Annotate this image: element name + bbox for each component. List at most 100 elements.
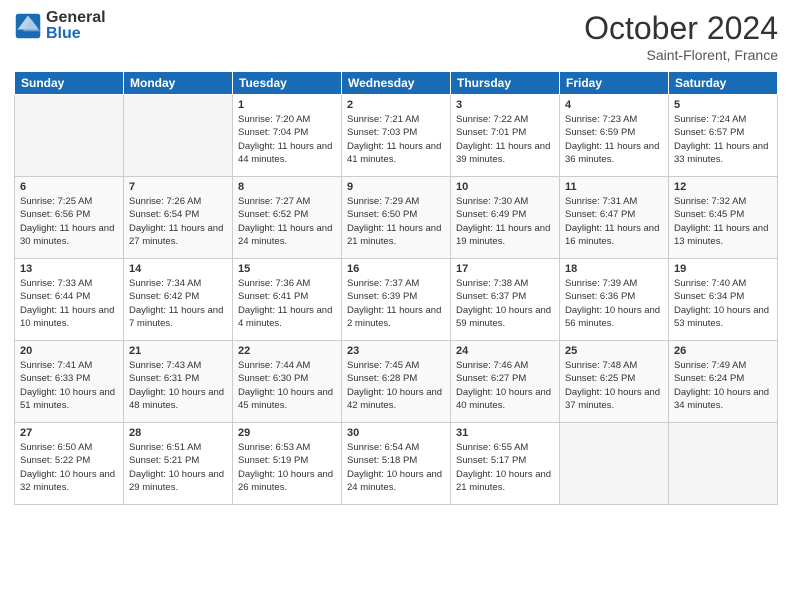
day-info: Sunrise: 7:46 AMSunset: 6:27 PMDaylight:… <box>456 359 554 412</box>
header-sunday: Sunday <box>15 72 124 95</box>
day-info: Sunrise: 7:41 AMSunset: 6:33 PMDaylight:… <box>20 359 118 412</box>
day-number: 1 <box>238 99 336 111</box>
day-info: Sunrise: 7:45 AMSunset: 6:28 PMDaylight:… <box>347 359 445 412</box>
cell-w4-d6 <box>669 423 778 505</box>
day-number: 17 <box>456 263 554 275</box>
header-wednesday: Wednesday <box>342 72 451 95</box>
month-title: October 2024 <box>584 10 778 47</box>
day-number: 15 <box>238 263 336 275</box>
day-number: 4 <box>565 99 663 111</box>
cell-w3-d2: 22Sunrise: 7:44 AMSunset: 6:30 PMDayligh… <box>233 341 342 423</box>
logo-general: General <box>46 10 106 26</box>
cell-w2-d4: 17 Sunrise: 7:38 AMSunset: 6:37 PMDayligh… <box>451 259 560 341</box>
page: General Blue October 2024 Saint-Florent,… <box>0 0 792 612</box>
day-number: 5 <box>674 99 772 111</box>
day-info: Sunrise: 7:26 AMSunset: 6:54 PMDaylight:… <box>129 195 227 248</box>
logo-icon <box>14 12 42 40</box>
cell-w3-d1: 21 Sunrise: 7:43 AMSunset: 6:31 PMDayligh… <box>124 341 233 423</box>
cell-w3-d4: 24Sunrise: 7:46 AMSunset: 6:27 PMDayligh… <box>451 341 560 423</box>
day-info: Sunrise: 7:38 AMSunset: 6:37 PMDaylight:… <box>456 277 554 330</box>
day-number: 10 <box>456 181 554 193</box>
day-number: 21 <box>129 345 227 357</box>
header-row: Sunday Monday Tuesday Wednesday Thursday… <box>15 72 778 95</box>
cell-w3-d0: 20 Sunrise: 7:41 AMSunset: 6:33 PMDayligh… <box>15 341 124 423</box>
cell-w2-d5: 18Sunrise: 7:39 AMSunset: 6:36 PMDayligh… <box>560 259 669 341</box>
day-info: Sunrise: 6:54 AMSunset: 5:18 PMDaylight:… <box>347 441 445 494</box>
day-number: 9 <box>347 181 445 193</box>
day-number: 12 <box>674 181 772 193</box>
day-info: Sunrise: 7:20 AMSunset: 7:04 PMDaylight:… <box>238 113 336 166</box>
cell-w3-d5: 25Sunrise: 7:48 AMSunset: 6:25 PMDayligh… <box>560 341 669 423</box>
cell-w4-d1: 28Sunrise: 6:51 AMSunset: 5:21 PMDayligh… <box>124 423 233 505</box>
day-number: 11 <box>565 181 663 193</box>
cell-w0-d4: 3 Sunrise: 7:22 AMSunset: 7:01 PMDaylight… <box>451 95 560 177</box>
cell-w1-d3: 9 Sunrise: 7:29 AMSunset: 6:50 PMDaylight… <box>342 177 451 259</box>
day-number: 6 <box>20 181 118 193</box>
cell-w3-d6: 26 Sunrise: 7:49 AMSunset: 6:24 PMDayligh… <box>669 341 778 423</box>
cell-w2-d1: 14 Sunrise: 7:34 AMSunset: 6:42 PMDayligh… <box>124 259 233 341</box>
cell-w0-d3: 2 Sunrise: 7:21 AMSunset: 7:03 PMDaylight… <box>342 95 451 177</box>
logo: General Blue <box>14 10 106 42</box>
logo-text: General Blue <box>46 10 106 42</box>
cell-w0-d5: 4 Sunrise: 7:23 AMSunset: 6:59 PMDaylight… <box>560 95 669 177</box>
day-number: 13 <box>20 263 118 275</box>
day-info: Sunrise: 7:49 AMSunset: 6:24 PMDaylight:… <box>674 359 772 412</box>
day-info: Sunrise: 7:22 AMSunset: 7:01 PMDaylight:… <box>456 113 554 166</box>
day-info: Sunrise: 7:36 AMSunset: 6:41 PMDaylight:… <box>238 277 336 330</box>
day-info: Sunrise: 7:25 AMSunset: 6:56 PMDaylight:… <box>20 195 118 248</box>
header-saturday: Saturday <box>669 72 778 95</box>
cell-w1-d1: 7 Sunrise: 7:26 AMSunset: 6:54 PMDaylight… <box>124 177 233 259</box>
day-number: 28 <box>129 427 227 439</box>
calendar-body: 1 Sunrise: 7:20 AMSunset: 7:04 PMDaylight… <box>15 95 778 505</box>
day-info: Sunrise: 7:27 AMSunset: 6:52 PMDaylight:… <box>238 195 336 248</box>
day-number: 20 <box>20 345 118 357</box>
cell-w1-d6: 12 Sunrise: 7:32 AMSunset: 6:45 PMDayligh… <box>669 177 778 259</box>
day-number: 22 <box>238 345 336 357</box>
cell-w0-d6: 5 Sunrise: 7:24 AMSunset: 6:57 PMDaylight… <box>669 95 778 177</box>
day-info: Sunrise: 7:21 AMSunset: 7:03 PMDaylight:… <box>347 113 445 166</box>
day-number: 8 <box>238 181 336 193</box>
cell-w2-d2: 15 Sunrise: 7:36 AMSunset: 6:41 PMDayligh… <box>233 259 342 341</box>
day-number: 30 <box>347 427 445 439</box>
cell-w1-d2: 8 Sunrise: 7:27 AMSunset: 6:52 PMDaylight… <box>233 177 342 259</box>
day-info: Sunrise: 7:40 AMSunset: 6:34 PMDaylight:… <box>674 277 772 330</box>
cell-w2-d6: 19 Sunrise: 7:40 AMSunset: 6:34 PMDayligh… <box>669 259 778 341</box>
week-row-2: 13 Sunrise: 7:33 AMSunset: 6:44 PMDayligh… <box>15 259 778 341</box>
cell-w2-d0: 13 Sunrise: 7:33 AMSunset: 6:44 PMDayligh… <box>15 259 124 341</box>
day-info: Sunrise: 7:32 AMSunset: 6:45 PMDaylight:… <box>674 195 772 248</box>
week-row-4: 27Sunrise: 6:50 AMSunset: 5:22 PMDayligh… <box>15 423 778 505</box>
calendar-table: Sunday Monday Tuesday Wednesday Thursday… <box>14 71 778 505</box>
week-row-1: 6 Sunrise: 7:25 AMSunset: 6:56 PMDaylight… <box>15 177 778 259</box>
logo-blue: Blue <box>46 26 106 42</box>
cell-w4-d3: 30 Sunrise: 6:54 AMSunset: 5:18 PMDayligh… <box>342 423 451 505</box>
day-info: Sunrise: 7:37 AMSunset: 6:39 PMDaylight:… <box>347 277 445 330</box>
cell-w1-d0: 6 Sunrise: 7:25 AMSunset: 6:56 PMDaylight… <box>15 177 124 259</box>
day-number: 16 <box>347 263 445 275</box>
day-number: 3 <box>456 99 554 111</box>
day-number: 2 <box>347 99 445 111</box>
day-info: Sunrise: 7:29 AMSunset: 6:50 PMDaylight:… <box>347 195 445 248</box>
cell-w0-d2: 1 Sunrise: 7:20 AMSunset: 7:04 PMDaylight… <box>233 95 342 177</box>
day-number: 31 <box>456 427 554 439</box>
day-info: Sunrise: 7:34 AMSunset: 6:42 PMDaylight:… <box>129 277 227 330</box>
cell-w0-d0 <box>15 95 124 177</box>
title-area: October 2024 Saint-Florent, France <box>584 10 778 63</box>
header: General Blue October 2024 Saint-Florent,… <box>14 10 778 63</box>
cell-w1-d4: 10 Sunrise: 7:30 AMSunset: 6:49 PMDayligh… <box>451 177 560 259</box>
day-info: Sunrise: 7:23 AMSunset: 6:59 PMDaylight:… <box>565 113 663 166</box>
day-info: Sunrise: 6:55 AMSunset: 5:17 PMDaylight:… <box>456 441 554 494</box>
header-tuesday: Tuesday <box>233 72 342 95</box>
day-number: 18 <box>565 263 663 275</box>
week-row-0: 1 Sunrise: 7:20 AMSunset: 7:04 PMDaylight… <box>15 95 778 177</box>
day-info: Sunrise: 7:43 AMSunset: 6:31 PMDaylight:… <box>129 359 227 412</box>
cell-w0-d1 <box>124 95 233 177</box>
cell-w4-d2: 29Sunrise: 6:53 AMSunset: 5:19 PMDayligh… <box>233 423 342 505</box>
day-number: 14 <box>129 263 227 275</box>
day-info: Sunrise: 7:24 AMSunset: 6:57 PMDaylight:… <box>674 113 772 166</box>
day-info: Sunrise: 7:33 AMSunset: 6:44 PMDaylight:… <box>20 277 118 330</box>
day-number: 7 <box>129 181 227 193</box>
day-number: 19 <box>674 263 772 275</box>
day-info: Sunrise: 7:30 AMSunset: 6:49 PMDaylight:… <box>456 195 554 248</box>
week-row-3: 20 Sunrise: 7:41 AMSunset: 6:33 PMDayligh… <box>15 341 778 423</box>
day-number: 26 <box>674 345 772 357</box>
